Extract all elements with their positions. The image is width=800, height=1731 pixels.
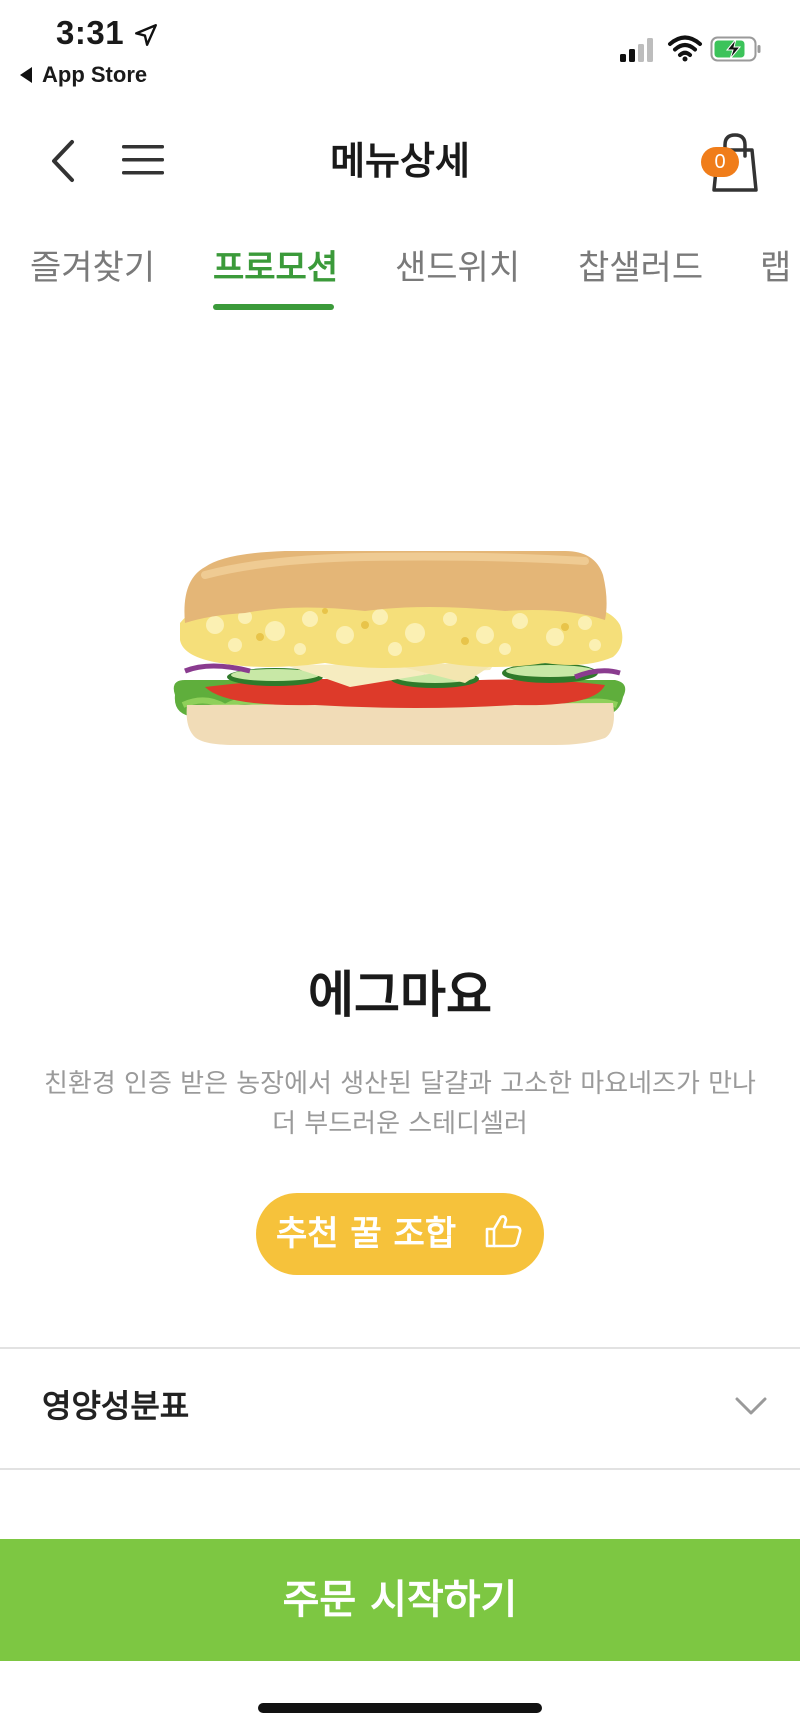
wifi-icon <box>668 35 702 62</box>
back-triangle-icon <box>20 67 32 83</box>
active-tab-indicator <box>213 304 334 310</box>
description-line-1: 친환경 인증 받은 농장에서 생산된 달걀과 고소한 마요네즈가 만나 <box>44 1069 756 1099</box>
tab-wrap[interactable]: 랩 <box>760 240 791 310</box>
status-bar: 3:31 App Store <box>0 0 800 100</box>
section-divider-bottom <box>0 1468 800 1470</box>
product-description: 친환경 인증 받은 농장에서 생산된 달걀과 고소한 마요네즈가 만나 더 부드… <box>40 1064 760 1144</box>
location-arrow-icon <box>135 24 157 46</box>
page-title: 메뉴상세 <box>330 139 470 183</box>
cart-count-badge: 0 <box>701 147 739 177</box>
back-app-label: App Store <box>42 62 148 87</box>
tab-chopped-salad[interactable]: 찹샐러드 <box>578 240 703 310</box>
tab-promotion[interactable]: 프로모션 <box>213 240 338 310</box>
product-name: 에그마요 <box>308 966 492 1024</box>
thumbs-up-icon <box>485 1215 522 1248</box>
app-header: 메뉴상세 <box>0 110 800 210</box>
status-time: 3:31 <box>56 14 125 51</box>
nutrition-facts-toggle[interactable]: 영양성분표 <box>0 1349 800 1469</box>
signal-icon <box>620 38 653 62</box>
category-tabs: 즐겨찾기 프로모션 샌드위치 찹샐러드 랩 <box>0 230 800 316</box>
back-to-app-store[interactable]: App Store <box>20 62 147 88</box>
nutrition-facts-label: 영양성분표 <box>42 1387 190 1425</box>
product-image <box>173 551 626 745</box>
home-indicator <box>258 1703 542 1713</box>
start-order-button[interactable]: 주문 시작하기 <box>0 1539 800 1661</box>
tab-sandwich[interactable]: 샌드위치 <box>395 240 520 310</box>
battery-charging-icon <box>710 36 761 62</box>
recommended-combo-button[interactable]: 추천 꿀 조합 <box>256 1193 544 1275</box>
description-line-2: 더 부드러운 스테디셀러 <box>272 1109 528 1139</box>
chevron-down-icon <box>735 1397 767 1415</box>
combo-button-label: 추천 꿀 조합 <box>276 1214 457 1254</box>
tab-favorites[interactable]: 즐겨찾기 <box>30 240 155 310</box>
